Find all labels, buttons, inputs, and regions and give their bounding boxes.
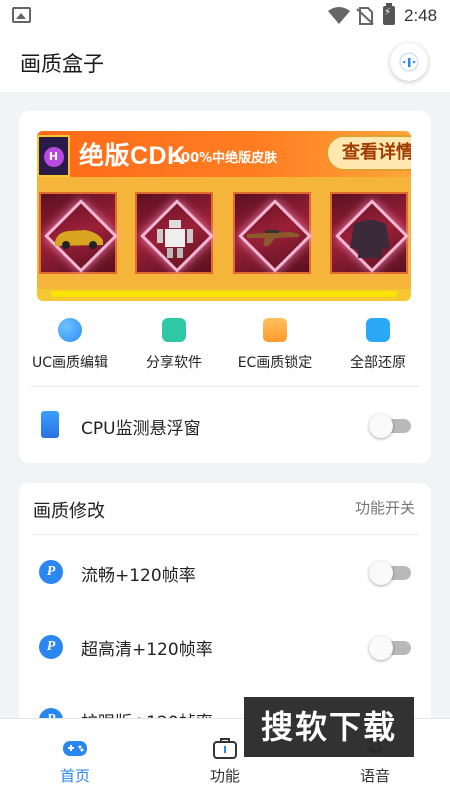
image-notification-icon: [12, 7, 31, 23]
page-title: 画质盒子: [20, 52, 104, 76]
orange-doc-icon: [263, 318, 287, 342]
status-bar: 2:48: [0, 0, 450, 32]
uc-edit-icon: [58, 318, 82, 342]
quick-action-label: 全部还原: [350, 355, 406, 371]
status-time: 2:48: [404, 6, 438, 25]
ultra-hd-120fps-toggle[interactable]: [369, 636, 411, 660]
no-sim-icon: [356, 7, 374, 25]
ec-quality-lock-button[interactable]: EC画质锁定: [225, 318, 325, 372]
battery-charging-icon: [383, 3, 395, 25]
banner-subtitle: 100%中绝版皮肤: [172, 151, 278, 166]
nav-home-label: 首页: [59, 767, 90, 785]
cpu-monitor-toggle[interactable]: [369, 414, 411, 438]
section-title: 画质修改: [33, 501, 105, 522]
quality-item-label: 流畅+120帧率: [81, 566, 196, 586]
gamepad-icon: [63, 741, 87, 756]
nav-features-label: 功能: [209, 767, 240, 785]
skin-item-car: [39, 192, 117, 274]
smooth-120fps-toggle[interactable]: [369, 561, 411, 585]
robot-icon: [157, 220, 193, 258]
toggle-knob: [369, 561, 393, 585]
toolbox-icon: [213, 738, 237, 759]
phone-icon: [41, 411, 59, 438]
outfit-icon: [350, 220, 390, 258]
nav-voice-label: 语音: [359, 767, 390, 785]
info-button[interactable]: [390, 43, 428, 81]
promo-banner[interactable]: H 绝版CDK 100%中绝版皮肤 查看详情: [37, 131, 411, 301]
p-badge-icon: P: [39, 560, 63, 584]
share-app-button[interactable]: 分享软件: [124, 318, 224, 372]
p-badge-icon: P: [39, 635, 63, 659]
watermark: 搜软下载: [244, 697, 414, 757]
restore-all-button[interactable]: 全部还原: [328, 318, 428, 372]
skin-item-rifle: [233, 192, 311, 274]
uc-quality-edit-button[interactable]: UC画质编辑: [20, 318, 120, 372]
quick-action-label: EC画质锁定: [237, 355, 313, 371]
banner-bottom-strip: [51, 291, 397, 297]
quick-action-label: UC画质编辑: [31, 355, 109, 371]
app-bar: 画质盒子: [0, 32, 450, 92]
restore-cross-icon: [366, 318, 390, 342]
cpu-monitor-label: CPU监测悬浮窗: [81, 419, 201, 439]
nav-home[interactable]: 首页: [30, 737, 120, 786]
rifle-icon: [247, 230, 299, 246]
banner-items: [37, 177, 411, 289]
toggle-knob: [369, 636, 393, 660]
banner-logo: H: [37, 135, 70, 177]
divider: [31, 386, 419, 387]
section-right-label: 功能开关: [355, 499, 416, 517]
toggle-knob: [369, 414, 393, 438]
view-details-button[interactable]: 查看详情: [326, 135, 411, 171]
divider: [31, 534, 419, 535]
car-icon: [55, 230, 103, 249]
banner-title: 绝版CDK: [79, 142, 186, 170]
skin-item-outfit: [330, 192, 408, 274]
share-headset-icon: [162, 318, 186, 342]
quality-item-label: 超高清+120帧率: [81, 640, 213, 660]
info-icon: [399, 52, 419, 72]
quick-action-label: 分享软件: [146, 355, 202, 371]
skin-item-robot: [135, 192, 213, 274]
wifi-icon: [328, 7, 350, 24]
